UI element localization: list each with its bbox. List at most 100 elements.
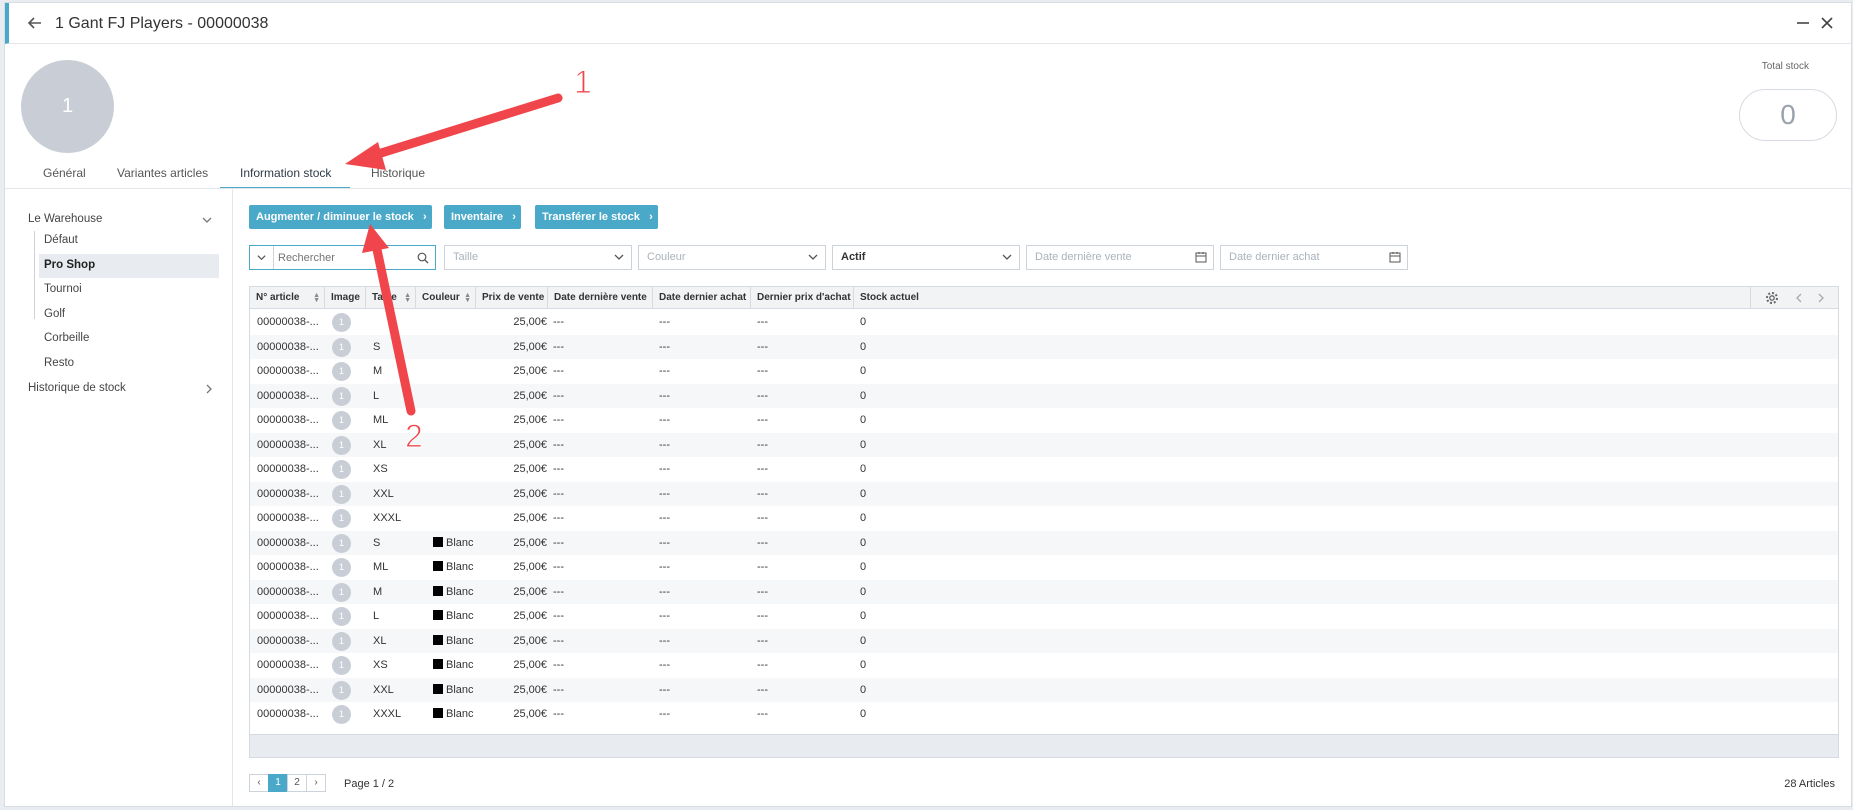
minimize-icon[interactable] [1793, 13, 1813, 33]
cell-image-thumb: 1 [332, 484, 351, 504]
chevron-right-icon[interactable] [1815, 292, 1827, 304]
last-sale-date-field[interactable]: Date dernière vente [1026, 245, 1214, 270]
cell-last-purchase-date: --- [659, 316, 670, 328]
cell-last-purchase-price: --- [757, 438, 768, 451]
close-icon[interactable] [1817, 13, 1837, 33]
cell-last-purchase-date: --- [659, 438, 670, 451]
cell-sale-price: 25,00€ [513, 316, 547, 328]
table-row[interactable]: 00000038-... 1 M Blanc 25,00€ --- --- --- 0 [250, 579, 1838, 604]
status-select[interactable]: Actif [832, 245, 1020, 270]
table-row[interactable]: 00000038-... 1 ML Blanc 25,00€ --- --- --- 0 [250, 555, 1838, 580]
table-row[interactable]: 00000038-... 1 XS 25,00€ --- --- --- 0 [250, 457, 1838, 482]
cell-size: XXXL [373, 708, 402, 720]
cell-article-number: 00000038-... [257, 463, 319, 475]
sidebar-item-resto[interactable]: Resto [44, 357, 74, 369]
calendar-icon[interactable] [1389, 251, 1401, 263]
cell-article-number: 00000038-... [257, 634, 319, 647]
cell-color-label: Blanc [446, 610, 474, 622]
table-row[interactable]: 00000038-... 1 S Blanc 25,00€ --- --- --- 0 [250, 530, 1838, 555]
cell-sale-price: 25,00€ [513, 659, 547, 671]
col-article-number[interactable]: N° article ▲ ▼ [250, 287, 325, 309]
table-row[interactable]: 00000038-... 1 25,00€ --- --- --- 0 [250, 310, 1838, 335]
transfer-stock-label: Transférer le stock [542, 211, 640, 223]
sidebar-item-pro-shop[interactable]: Pro Shop [44, 259, 95, 271]
table-row[interactable]: 00000038-... 1 ML 25,00€ --- --- --- 0 [250, 408, 1838, 433]
color-select[interactable]: Couleur [638, 245, 826, 270]
sidebar-stock-history[interactable]: Historique de stock [28, 382, 126, 394]
table-row[interactable]: 00000038-... 1 M 25,00€ --- --- --- 0 [250, 359, 1838, 384]
cell-last-purchase-price: --- [757, 561, 768, 573]
table-row[interactable]: 00000038-... 1 L 25,00€ --- --- --- 0 [250, 383, 1838, 408]
cell-current-stock: 0 [860, 610, 867, 622]
inventory-button[interactable]: Inventaire › [444, 205, 521, 229]
cell-last-purchase-date: --- [659, 708, 670, 720]
table-row[interactable]: 00000038-... 1 XL Blanc 25,00€ --- --- --- 0 [250, 628, 1838, 653]
tab-history[interactable]: Historique [371, 166, 425, 180]
table-row[interactable]: 00000038-... 1 L Blanc 25,00€ --- --- --- 0 [250, 604, 1838, 629]
col-sale-price[interactable]: Prix de vente [476, 287, 548, 309]
col-last-purchase-date[interactable]: Date dernier achat [653, 287, 751, 309]
cell-article-number: 00000038-... [257, 708, 319, 720]
table-row[interactable]: 00000038-... 1 XXL 25,00€ --- --- --- 0 [250, 481, 1838, 506]
sidebar-warehouse[interactable]: Le Warehouse [28, 213, 102, 225]
col-current-stock[interactable]: Stock actuel [854, 287, 1752, 309]
search-options-toggle[interactable] [250, 246, 274, 269]
sidebar-item-tournoi[interactable]: Tournoi [44, 283, 82, 295]
tab-variants[interactable]: Variantes articles [117, 166, 208, 180]
cell-current-stock: 0 [860, 512, 867, 524]
page-2-button[interactable]: 2 [287, 774, 307, 792]
adjust-stock-button[interactable]: Augmenter / diminuer le stock › [249, 205, 432, 229]
cell-last-sale-date: --- [553, 561, 564, 573]
last-purchase-date-field[interactable]: Date dernier achat [1220, 245, 1408, 270]
col-last-sale-date[interactable]: Date dernière vente [548, 287, 653, 309]
cell-size: XS [373, 463, 388, 475]
page-1-button[interactable]: 1 [268, 774, 288, 792]
search-icon[interactable] [417, 252, 429, 264]
search-input[interactable] [278, 249, 408, 266]
table-row[interactable]: 00000038-... 1 XXL Blanc 25,00€ --- --- --- 0 [250, 677, 1838, 702]
cell-image-thumb: 1 [332, 558, 351, 577]
cell-article-number: 00000038-... [257, 414, 319, 426]
gear-icon[interactable] [1765, 291, 1779, 305]
status-select-value: Actif [841, 251, 866, 263]
cell-image-thumb: 1 [332, 509, 351, 528]
calendar-icon[interactable] [1195, 251, 1207, 263]
cell-color: Blanc [433, 585, 474, 598]
cell-size: XS [373, 659, 388, 671]
tab-general[interactable]: Général [43, 166, 86, 180]
col-last-purchase-price[interactable]: Dernier prix d'achat [751, 287, 854, 309]
table-row[interactable]: 00000038-... 1 XL 25,00€ --- --- --- 0 [250, 432, 1838, 457]
sidebar-item-golf[interactable]: Golf [44, 308, 65, 320]
cell-color: Blanc [433, 536, 474, 549]
sidebar-item-defaut[interactable]: Défaut [44, 234, 78, 246]
cell-image-thumb: 1 [332, 631, 351, 651]
chevron-right-icon[interactable] [203, 383, 215, 395]
next-page-button[interactable]: › [306, 774, 326, 792]
col-size[interactable]: Taille ▲ ▼ [366, 287, 416, 309]
sidebar-item-corbeille[interactable]: Corbeille [44, 332, 89, 344]
cell-current-stock: 0 [860, 683, 867, 696]
prev-page-button[interactable]: ‹ [249, 774, 269, 792]
chevron-down-icon[interactable] [201, 214, 213, 226]
back-arrow-icon[interactable] [25, 13, 45, 33]
table-row[interactable]: 00000038-... 1 XS Blanc 25,00€ --- --- --- 0 [250, 653, 1838, 678]
tab-stock-info[interactable]: Information stock [240, 166, 331, 180]
col-color[interactable]: Couleur ▲ ▼ [416, 287, 476, 309]
cell-last-sale-date: --- [553, 463, 564, 475]
color-swatch [433, 536, 443, 547]
table-row[interactable]: 00000038-... 1 XXXL 25,00€ --- --- --- 0 [250, 506, 1838, 531]
cell-last-purchase-price: --- [757, 512, 768, 524]
cell-size: L [373, 389, 380, 402]
chevron-left-icon[interactable] [1793, 292, 1805, 304]
size-select[interactable]: Taille [444, 245, 632, 270]
table-footer [250, 734, 1838, 757]
color-swatch [433, 708, 443, 718]
cell-image-thumb: 1 [332, 386, 351, 406]
transfer-stock-button[interactable]: Transférer le stock › [535, 205, 658, 229]
cell-last-purchase-date: --- [659, 365, 670, 377]
cell-last-purchase-price: --- [757, 340, 768, 353]
cell-last-sale-date: --- [553, 316, 564, 328]
inventory-label: Inventaire [451, 211, 503, 223]
table-row[interactable]: 00000038-... 1 XXXL Blanc 25,00€ --- --- --- 0 [250, 702, 1838, 727]
table-row[interactable]: 00000038-... 1 S 25,00€ --- --- --- 0 [250, 334, 1838, 359]
